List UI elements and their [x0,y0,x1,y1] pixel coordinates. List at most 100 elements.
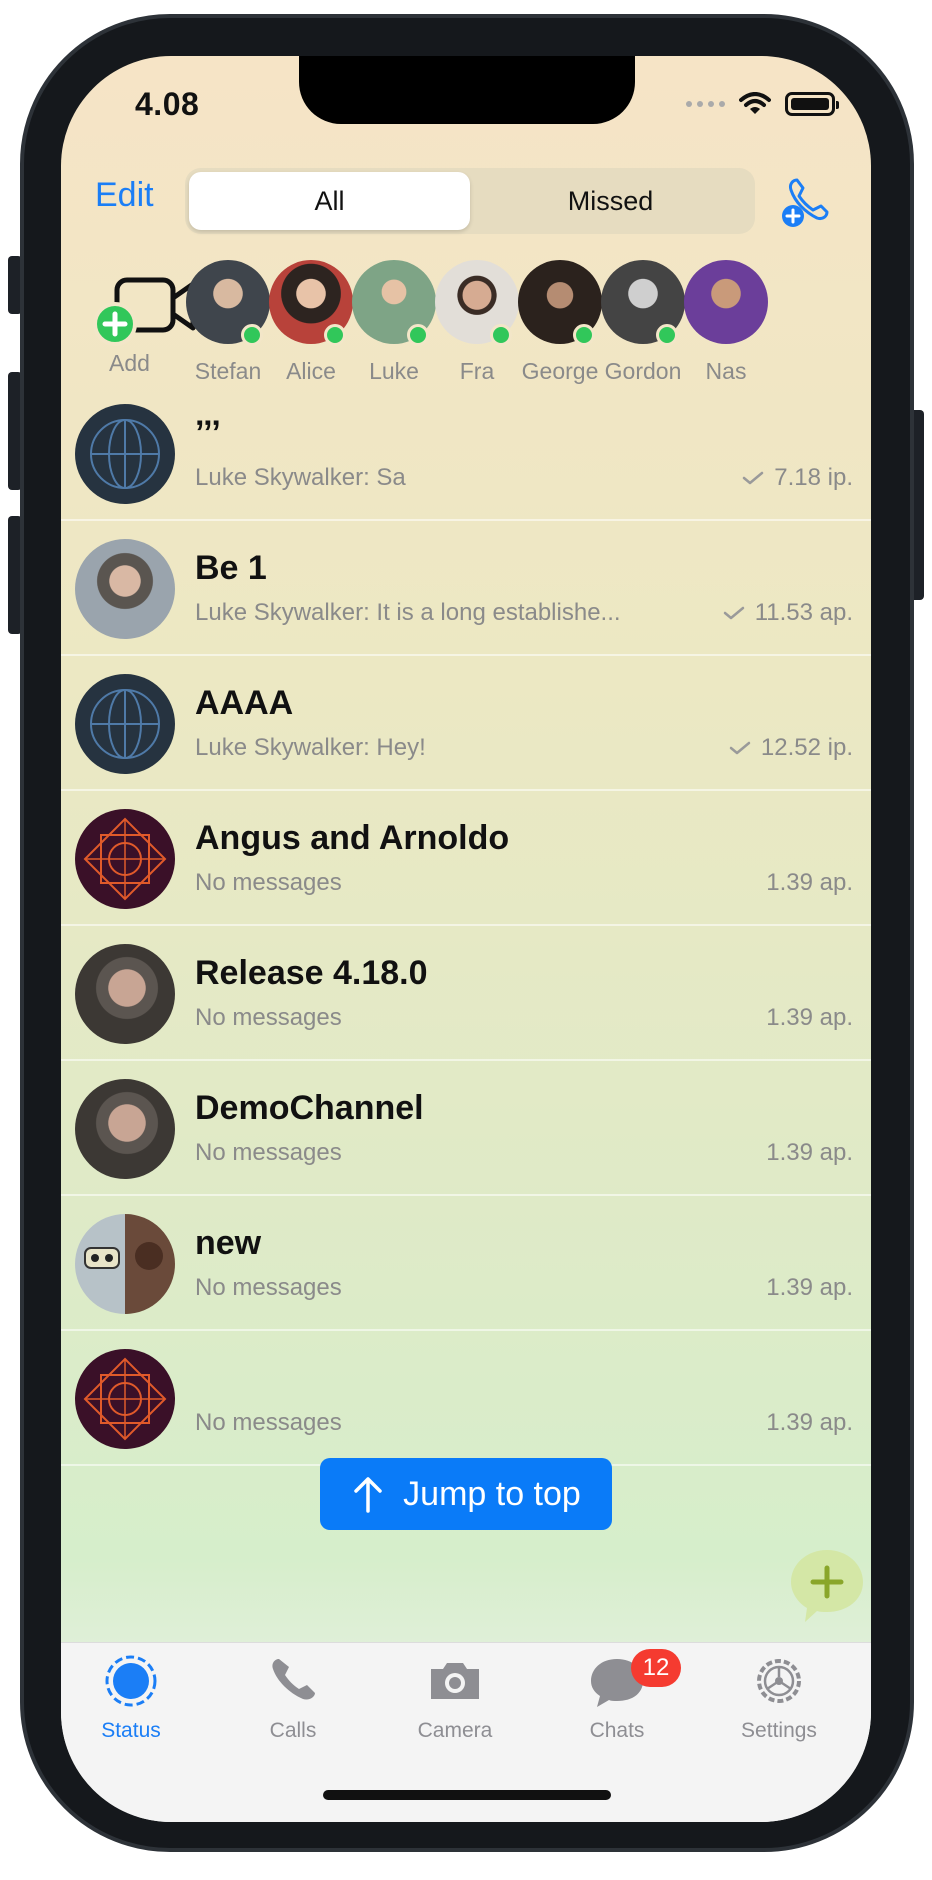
avatar [75,404,175,504]
chat-row[interactable]: Be 1 Luke Skywalker: It is a long establ… [61,521,871,656]
avatar [75,674,175,774]
chat-row[interactable]: DemoChannel No messages 1.39 ap. [61,1061,871,1196]
avatar [75,1079,175,1179]
avatar [75,539,175,639]
tab-settings[interactable]: Settings [709,1653,849,1743]
chat-preview: Luke Skywalker: It is a long establishe.… [195,599,621,626]
avatar [75,809,175,909]
chat-time: 1.39 ap. [766,1409,853,1437]
arrow-up-icon [354,1477,382,1513]
chat-preview: Luke Skywalker: Sa [195,464,406,491]
segment-all[interactable]: All [189,172,470,230]
story-name: Nas [705,358,747,384]
story-name: Luke [369,358,419,384]
chat-time: 1.39 ap. [766,869,853,897]
tab-label: Calls [269,1719,317,1742]
story-name: Stefan [194,358,262,384]
story-name: Fra [459,358,495,384]
online-indicator [573,324,595,346]
edit-button[interactable]: Edit [95,176,154,215]
story-fra[interactable]: Fra [434,260,520,385]
calls-filter-segment[interactable]: All Missed [185,168,755,234]
chat-preview: No messages [195,1274,342,1301]
jump-to-top-button[interactable]: Jump to top [320,1458,612,1530]
chat-preview: No messages [195,1139,342,1166]
tab-status[interactable]: Status [61,1653,201,1743]
chat-row[interactable]: Release 4.18.0 No messages 1.39 ap. [61,926,871,1061]
chat-time-text: 11.53 ap. [754,599,853,626]
chat-time: 11.53 ap. [723,599,853,627]
online-indicator [241,324,263,346]
status-icons [686,92,839,116]
segment-missed[interactable]: Missed [470,172,751,230]
tab-camera[interactable]: Camera [385,1653,525,1743]
battery-icon [785,92,839,116]
tab-chats[interactable]: 12 Chats [547,1649,687,1743]
online-indicator [407,324,429,346]
tab-label: Camera [417,1719,493,1742]
chat-title: Release 4.18.0 [195,954,428,992]
status-time: 4.08 [135,86,200,122]
gear-icon [757,1659,801,1703]
chat-list: ’’’ Luke Skywalker: Sa 7.18 ip. Be 1 Luk… [61,386,871,1466]
chat-row[interactable]: AAAA Luke Skywalker: Hey! 12.52 ip. [61,656,871,791]
online-indicator [656,324,678,346]
home-indicator [323,1790,611,1800]
add-call-icon[interactable] [779,174,835,230]
chat-row[interactable]: new No messages 1.39 ap. [61,1196,871,1331]
status-ring-icon [105,1655,157,1707]
avatar [75,1349,175,1449]
online-indicator [490,324,512,346]
story-alice[interactable]: Alice [268,260,354,385]
read-check-icon [723,606,744,620]
stories-row: Add Stefan Alice Luke Fra George Gordon … [61,244,871,384]
phone-icon [272,1659,315,1700]
notch [299,56,635,124]
chat-time: 12.52 ip. [729,734,853,762]
camera-icon [431,1663,479,1699]
chat-time-text: 1.39 ap. [766,869,853,896]
chat-time-text: 12.52 ip. [760,734,853,761]
avatar [75,944,175,1044]
signal-dots-icon [686,101,725,107]
chat-time: 1.39 ap. [766,1139,853,1167]
chat-time: 1.39 ap. [766,1274,853,1302]
chat-preview: No messages [195,1409,342,1436]
chat-time-text: 1.39 ap. [766,1274,853,1301]
wifi-icon [739,92,771,114]
chat-title: DemoChannel [195,1089,424,1127]
phone-screen: 4.08 Edit All Missed Add Stefan Alice Lu… [61,56,871,1822]
story-luke[interactable]: Luke [351,260,437,385]
chat-title: Angus and Arnoldo [195,819,510,857]
chat-row[interactable]: No messages 1.39 ap. [61,1331,871,1466]
story-george[interactable]: George [517,260,603,385]
add-story-label: Add [109,350,150,376]
new-chat-plus-icon[interactable] [787,1546,867,1626]
tab-label: Chats [589,1719,645,1742]
chat-preview: No messages [195,1004,342,1031]
chat-time: 7.18 ip. [742,464,853,492]
chat-preview: No messages [195,869,342,896]
story-name: Alice [286,358,336,384]
unread-badge: 12 [631,1649,681,1687]
online-indicator [324,324,346,346]
avatar [684,260,768,344]
read-check-icon [729,741,751,755]
chat-preview: Luke Skywalker: Hey! [195,734,426,761]
chat-time: 1.39 ap. [766,1004,853,1032]
story-name: Gordon [604,358,682,384]
chat-title: AAAA [195,684,294,722]
read-check-icon [743,471,764,485]
chat-row[interactable]: Angus and Arnoldo No messages 1.39 ap. [61,791,871,926]
chat-row[interactable]: ’’’ Luke Skywalker: Sa 7.18 ip. [61,386,871,521]
story-name: George [521,358,599,384]
story-gordon[interactable]: Gordon [600,260,686,385]
chat-title: Be 1 [195,549,267,587]
tab-calls[interactable]: Calls [223,1653,363,1743]
chat-time-text: 7.18 ip. [774,464,853,491]
story-stefan[interactable]: Stefan [185,260,271,385]
chat-time-text: 1.39 ap. [766,1139,853,1166]
chat-title: ’’’ [195,414,221,452]
story-nas[interactable]: Nas [683,260,769,385]
tab-label: Settings [741,1719,817,1742]
